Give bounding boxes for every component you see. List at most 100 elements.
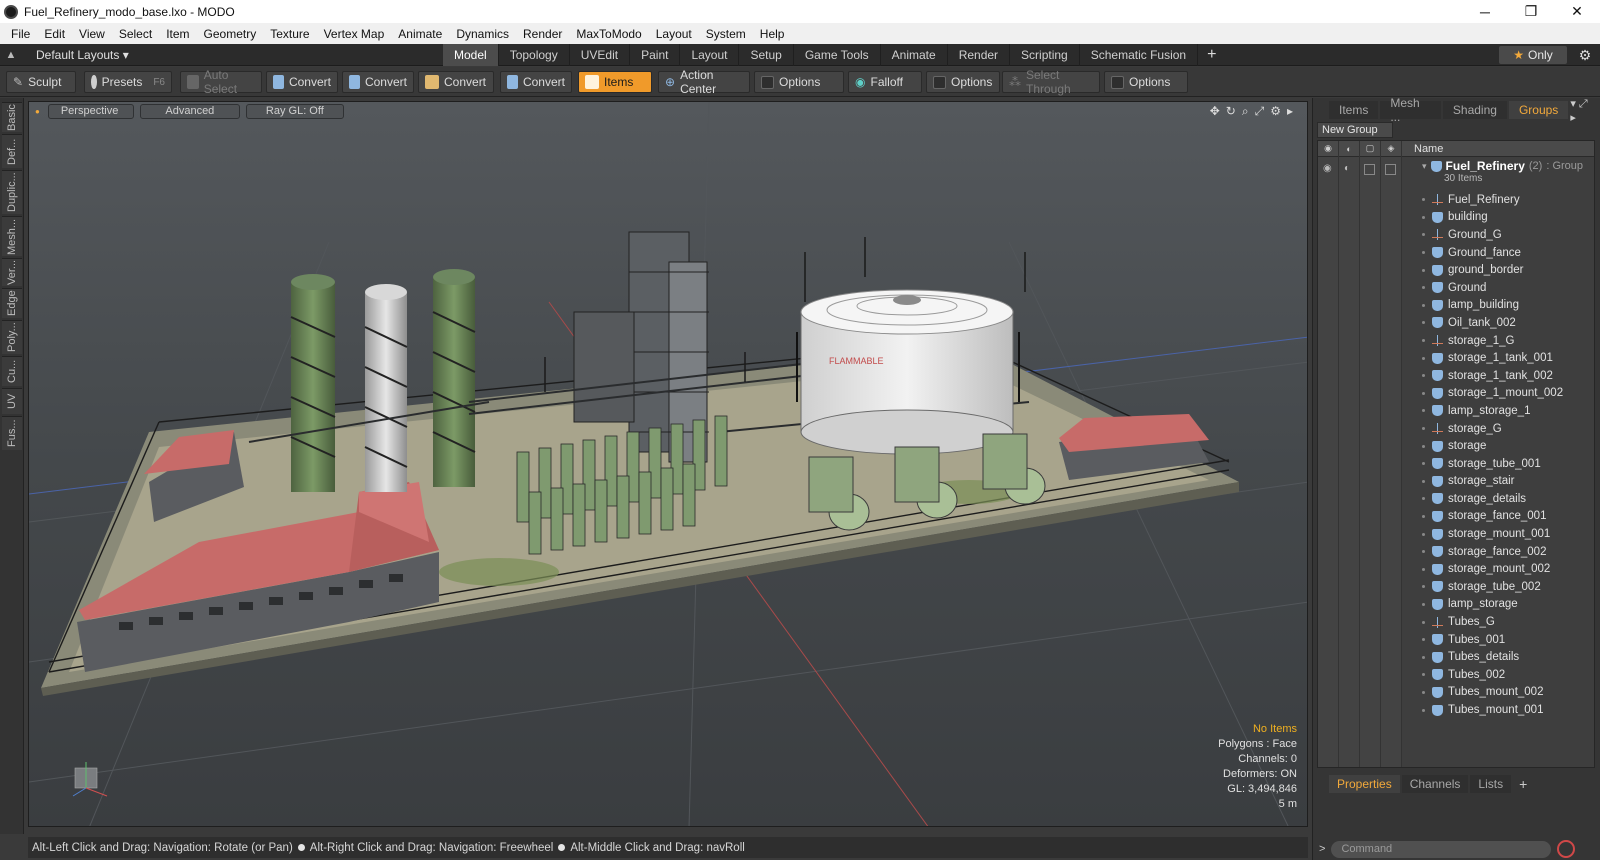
falloff-button[interactable]: ◉ Falloff (848, 71, 922, 93)
select-through-button[interactable]: ⁂ Select Through (1002, 68, 1100, 96)
options-button-2[interactable]: Options (926, 71, 1000, 93)
menu-layout[interactable]: Layout (649, 27, 699, 41)
menu-animate[interactable]: Animate (391, 27, 449, 41)
menu-item[interactable]: Item (159, 27, 196, 41)
left-tab-5[interactable]: Edge (2, 288, 22, 318)
expand-arrow-icon[interactable]: ▸ (1287, 104, 1293, 119)
left-tab-6[interactable]: Poly... (2, 320, 22, 354)
presets-button[interactable]: Presets F6 (84, 71, 172, 93)
items-mode-button[interactable]: Items (578, 71, 652, 93)
menu-render[interactable]: Render (516, 27, 569, 41)
render-icon[interactable]: ◐ (1344, 163, 1350, 174)
tab-render[interactable]: Render (948, 44, 1011, 66)
list-item[interactable]: Tubes_mount_001 (1422, 701, 1563, 719)
options-checkbox[interactable] (933, 75, 946, 89)
convert-materials-button[interactable]: Convert (500, 71, 572, 93)
add-tab-button[interactable]: + (1513, 776, 1527, 792)
auto-select-button[interactable]: Auto Select (180, 68, 262, 96)
close-button[interactable]: ✕ (1554, 0, 1600, 23)
tab-uvedit[interactable]: UVEdit (570, 44, 631, 66)
list-item[interactable]: storage_G (1422, 420, 1563, 438)
layout-pin-icon[interactable]: ▲ (0, 44, 22, 66)
command-input[interactable]: Command (1331, 840, 1552, 858)
options-checkbox[interactable] (761, 75, 774, 89)
menu-maxtomodo[interactable]: MaxToModo (569, 27, 648, 41)
view-settings-icon[interactable]: ⚙ (1270, 104, 1281, 119)
list-item[interactable]: Tubes_mount_002 (1422, 684, 1563, 702)
list-item[interactable]: storage_fance_002 (1422, 543, 1563, 561)
tab-scripting[interactable]: Scripting (1010, 44, 1080, 66)
tab-properties[interactable]: Properties (1329, 775, 1400, 793)
fit-view-icon[interactable]: ⤢ (1255, 104, 1265, 119)
panel-options-icon[interactable]: ▾ ⤢ ▸ (1570, 97, 1600, 124)
menu-edit[interactable]: Edit (37, 27, 72, 41)
tab-animate[interactable]: Animate (881, 44, 948, 66)
menu-system[interactable]: System (699, 27, 753, 41)
list-item[interactable]: storage_tube_002 (1422, 578, 1563, 596)
sculpt-button[interactable]: ✎ Sculpt (6, 71, 76, 93)
list-item[interactable]: Tubes_002 (1422, 666, 1563, 684)
visibility-column-eye-icon[interactable]: ◉ (1318, 141, 1339, 157)
list-item[interactable]: storage_mount_002 (1422, 560, 1563, 578)
list-item[interactable]: storage_1_G (1422, 332, 1563, 350)
raygl-toggle[interactable]: Ray GL: Off (245, 103, 344, 119)
action-center-button[interactable]: ⊕ Action Center (658, 68, 750, 96)
shading-select[interactable]: Advanced (139, 103, 240, 119)
list-item[interactable]: lamp_building (1422, 297, 1563, 315)
list-item[interactable]: storage_1_tank_002 (1422, 367, 1563, 385)
lock-checkbox[interactable] (1364, 164, 1375, 175)
3d-viewport[interactable]: FLAMMABLE ● Perspective Advanced Ray GL:… (28, 101, 1308, 827)
move-view-icon[interactable]: ✥ (1210, 104, 1220, 119)
list-item[interactable]: Oil_tank_002 (1422, 314, 1563, 332)
list-item[interactable]: Fuel_Refinery (1422, 191, 1563, 209)
menu-select[interactable]: Select (112, 27, 159, 41)
menu-file[interactable]: File (4, 27, 37, 41)
menu-dynamics[interactable]: Dynamics (449, 27, 516, 41)
left-tab-4[interactable]: Ver... (2, 258, 22, 286)
minimize-button[interactable]: ─ (1462, 0, 1508, 23)
left-tab-0[interactable]: Basic (2, 102, 22, 132)
list-item[interactable]: storage_1_mount_002 (1422, 385, 1563, 403)
tab-lists[interactable]: Lists (1470, 775, 1512, 793)
tab-setup[interactable]: Setup (739, 44, 794, 66)
select-column-icon[interactable]: ◈ (1381, 141, 1402, 157)
eye-icon[interactable]: ◉ (1323, 163, 1332, 174)
menu-vertex-map[interactable]: Vertex Map (317, 27, 392, 41)
list-item[interactable]: storage (1422, 437, 1563, 455)
new-group-button[interactable]: New Group (1317, 122, 1393, 138)
layout-select[interactable]: Default Layouts ▾ (22, 48, 139, 62)
view-mode-select[interactable]: Perspective (47, 103, 134, 119)
convert-edges-button[interactable]: Convert (342, 71, 414, 93)
name-column-header[interactable]: Name (1402, 143, 1443, 155)
group-root-row[interactable]: ▾ Fuel_Refinery (2) : Group 30 Items (1422, 159, 1583, 184)
list-item[interactable]: Tubes_G (1422, 613, 1563, 631)
gear-icon[interactable]: ⚙ (1574, 44, 1596, 66)
panel-tab-shading[interactable]: Shading (1442, 101, 1507, 119)
left-tab-7[interactable]: Cu... (2, 356, 22, 386)
list-item[interactable]: storage_1_tank_001 (1422, 349, 1563, 367)
maximize-button[interactable]: ❐ (1508, 0, 1554, 23)
list-item[interactable]: Ground_G (1422, 226, 1563, 244)
panel-tab-mesh[interactable]: Mesh ... (1380, 96, 1441, 124)
left-tab-8[interactable]: UV (2, 388, 22, 414)
list-item[interactable]: storage_stair (1422, 473, 1563, 491)
record-macro-icon[interactable] (1557, 840, 1576, 858)
lock-column-icon[interactable]: ▢ (1360, 141, 1381, 157)
left-tab-2[interactable]: Duplic... (2, 170, 22, 214)
list-item[interactable]: storage_tube_001 (1422, 455, 1563, 473)
add-tab-button[interactable]: + (1198, 44, 1225, 66)
list-item[interactable]: building (1422, 209, 1563, 227)
tab-topology[interactable]: Topology (499, 44, 570, 66)
tab-model[interactable]: Model (443, 44, 499, 66)
convert-polygons-button[interactable]: Convert (418, 71, 494, 93)
list-item[interactable]: Ground (1422, 279, 1563, 297)
list-item[interactable]: lamp_storage_1 (1422, 402, 1563, 420)
list-item[interactable]: storage_fance_001 (1422, 508, 1563, 526)
panel-tab-groups[interactable]: Groups (1508, 101, 1569, 119)
list-item[interactable]: Ground_fance (1422, 244, 1563, 262)
menu-geometry[interactable]: Geometry (197, 27, 264, 41)
options-checkbox[interactable] (1111, 75, 1124, 89)
list-item[interactable]: Tubes_001 (1422, 631, 1563, 649)
tab-layout[interactable]: Layout (680, 44, 740, 66)
left-tab-3[interactable]: Mesh... (2, 216, 22, 256)
